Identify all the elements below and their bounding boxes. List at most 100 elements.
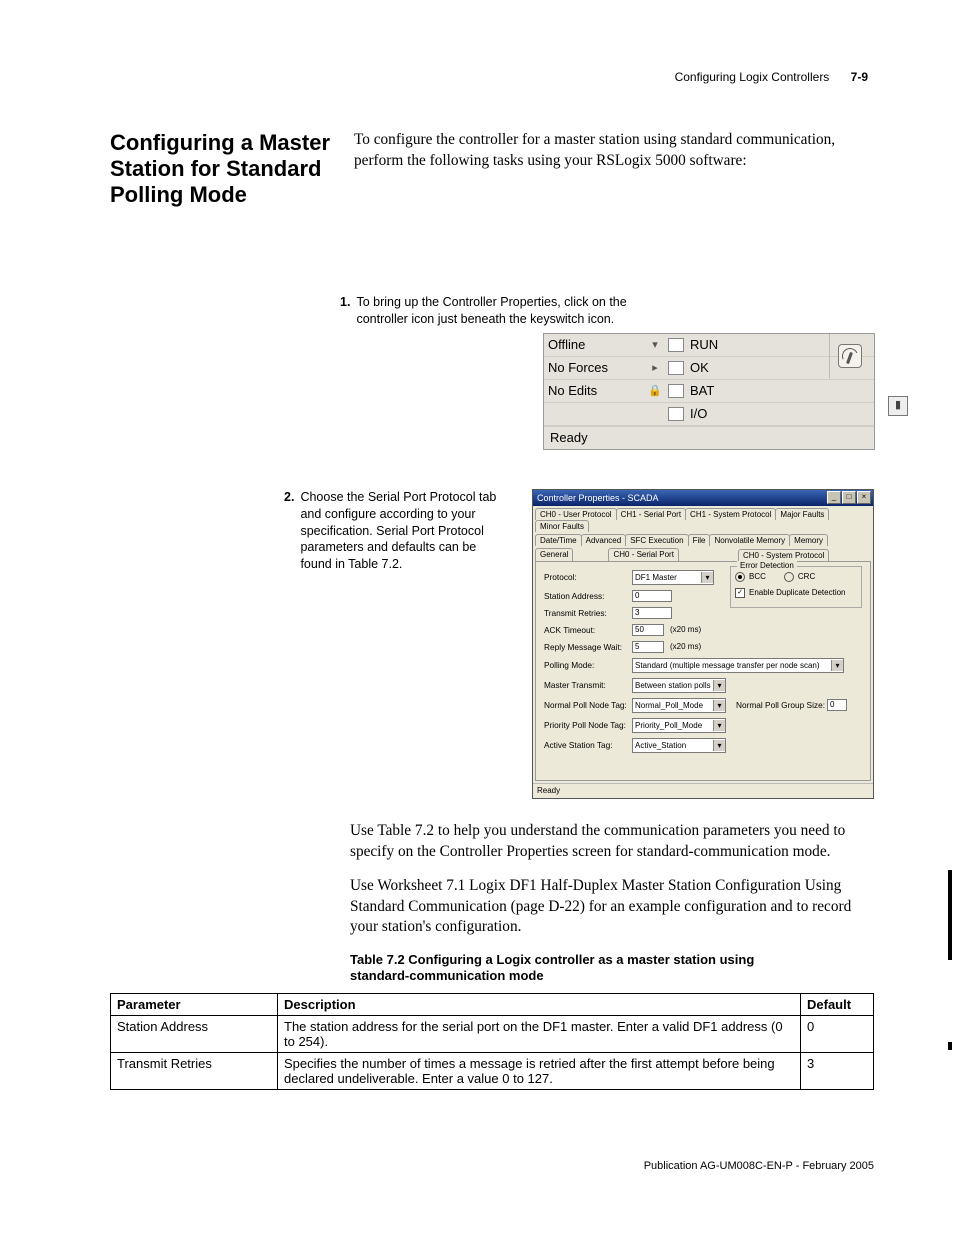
status-offline: Offline — [544, 337, 642, 352]
tab: CH0 - User Protocol — [535, 508, 617, 520]
change-bar — [948, 1042, 952, 1050]
priority-poll-tag-label: Priority Poll Node Tag: — [544, 720, 632, 730]
tab: Minor Faults — [535, 520, 589, 532]
section-heading: Configuring a Master Station for Standar… — [110, 130, 330, 208]
table-caption: Table 7.2 Configuring a Logix controller… — [350, 952, 780, 985]
cell-parameter: Transmit Retries — [111, 1052, 278, 1089]
radio-crc — [784, 572, 794, 582]
change-bar — [948, 870, 952, 960]
ack-unit: (x20 ms) — [670, 625, 701, 634]
normal-poll-group-label: Normal Poll Group Size: — [736, 700, 825, 710]
ack-timeout-label: ACK Timeout: — [544, 625, 632, 635]
tab: Advanced — [581, 534, 627, 546]
normal-poll-tag-dropdown: Normal_Poll_Mode▾ — [632, 698, 726, 713]
radio-bcc — [735, 572, 745, 582]
tab: CH0 - Serial Port — [608, 548, 678, 561]
tab: File — [688, 534, 711, 546]
maximize-icon: □ — [842, 491, 856, 504]
body-paragraph: Use Table 7.2 to help you understand the… — [350, 821, 874, 862]
col-description: Description — [278, 993, 801, 1015]
normal-poll-group-input: 0 — [827, 699, 847, 711]
col-parameter: Parameter — [111, 993, 278, 1015]
master-transmit-dropdown: Between station polls▾ — [632, 678, 726, 693]
status-bat: BAT — [684, 383, 714, 398]
step-number: 1. — [340, 294, 350, 328]
col-default: Default — [801, 993, 874, 1015]
tab: Nonvolatile Memory — [709, 534, 790, 546]
tab: CH1 - Serial Port — [616, 508, 686, 520]
status-ok: OK — [684, 360, 709, 375]
dropdown-icon: ▾ — [642, 338, 668, 351]
lock-icon: 🔒 — [642, 384, 668, 397]
protocol-label: Protocol: — [544, 572, 632, 582]
tab: Memory — [789, 534, 828, 546]
dialog-title: Controller Properties - SCADA — [537, 493, 659, 503]
radio-bcc-label: BCC — [749, 572, 766, 581]
transmit-retries-input: 3 — [632, 607, 672, 619]
window-buttons: _□× — [826, 491, 871, 504]
polling-mode-label: Polling Mode: — [544, 660, 632, 670]
chevron-down-icon: ▾ — [831, 660, 843, 671]
led-box — [668, 384, 684, 398]
normal-poll-tag-label: Normal Poll Node Tag: — [544, 700, 632, 710]
chevron-down-icon: ▾ — [713, 740, 725, 751]
tab: SFC Execution — [625, 534, 688, 546]
error-detection-group: Error Detection BCC CRC ✓ Enable Duplica… — [730, 566, 862, 608]
dialog-status-bar: Ready — [533, 783, 873, 798]
running-head: Configuring Logix Controllers 7-9 — [675, 70, 868, 84]
group-legend: Error Detection — [737, 561, 797, 570]
step-text: To bring up the Controller Properties, c… — [356, 294, 650, 328]
controller-icon: ▮ — [888, 396, 908, 416]
checkbox-duplicate-label: Enable Duplicate Detection — [749, 588, 846, 597]
table-row: Station Address The station address for … — [111, 1015, 874, 1052]
chevron-down-icon: ▾ — [701, 572, 713, 583]
step-number: 2. — [284, 489, 294, 573]
status-ready: Ready — [550, 430, 588, 445]
cell-default: 3 — [801, 1052, 874, 1089]
cell-default: 0 — [801, 1015, 874, 1052]
body-paragraph: Use Worksheet 7.1 Logix DF1 Half-Duplex … — [350, 876, 874, 938]
priority-poll-tag-dropdown: Priority_Poll_Mode▾ — [632, 718, 726, 733]
ack-timeout-input: 50 — [632, 624, 664, 636]
tab: Date/Time — [535, 534, 582, 546]
tab: Major Faults — [775, 508, 829, 520]
transmit-retries-label: Transmit Retries: — [544, 608, 632, 618]
status-edits: No Edits — [544, 383, 642, 398]
active-station-tag-dropdown: Active_Station▾ — [632, 738, 726, 753]
table-row: Transmit Retries Specifies the number of… — [111, 1052, 874, 1089]
controller-properties-dialog-figure: Controller Properties - SCADA _□× CH0 - … — [532, 489, 874, 799]
page-number: 7-9 — [851, 70, 868, 84]
status-toolbar-figure: Offline ▾ RUN No Forces ▸ OK No Edits 🔒 — [544, 334, 874, 449]
chevron-down-icon: ▾ — [713, 700, 725, 711]
publication-footer: Publication AG-UM008C-EN-P - February 20… — [110, 1160, 874, 1172]
step-text: Choose the Serial Port Protocol tab and … — [300, 489, 504, 573]
status-io: I/O — [684, 406, 707, 421]
status-forces: No Forces — [544, 360, 642, 375]
led-box — [668, 338, 684, 352]
reply-wait-label: Reply Message Wait: — [544, 642, 632, 652]
keyswitch-icon — [829, 334, 870, 378]
master-transmit-label: Master Transmit: — [544, 680, 632, 690]
reply-unit: (x20 ms) — [670, 642, 701, 651]
tab: General — [535, 548, 573, 561]
led-box — [668, 361, 684, 375]
table-header-row: Parameter Description Default — [111, 993, 874, 1015]
chevron-down-icon: ▾ — [713, 720, 725, 731]
chapter-title: Configuring Logix Controllers — [675, 70, 830, 84]
polling-mode-dropdown: Standard (multiple message transfer per … — [632, 658, 844, 673]
parameter-table: Parameter Description Default Station Ad… — [110, 993, 874, 1090]
cell-parameter: Station Address — [111, 1015, 278, 1052]
active-station-tag-label: Active Station Tag: — [544, 740, 632, 750]
checkbox-duplicate: ✓ — [735, 588, 745, 598]
cell-description: The station address for the serial port … — [278, 1015, 801, 1052]
intro-paragraph: To configure the controller for a master… — [354, 130, 874, 208]
chevron-down-icon: ▾ — [713, 680, 725, 691]
cell-description: Specifies the number of times a message … — [278, 1052, 801, 1089]
station-address-label: Station Address: — [544, 591, 632, 601]
radio-crc-label: CRC — [798, 572, 815, 581]
led-box — [668, 407, 684, 421]
status-run: RUN — [684, 337, 718, 352]
reply-wait-input: 5 — [632, 641, 664, 653]
station-address-input: 0 — [632, 590, 672, 602]
protocol-dropdown: DF1 Master▾ — [632, 570, 714, 585]
